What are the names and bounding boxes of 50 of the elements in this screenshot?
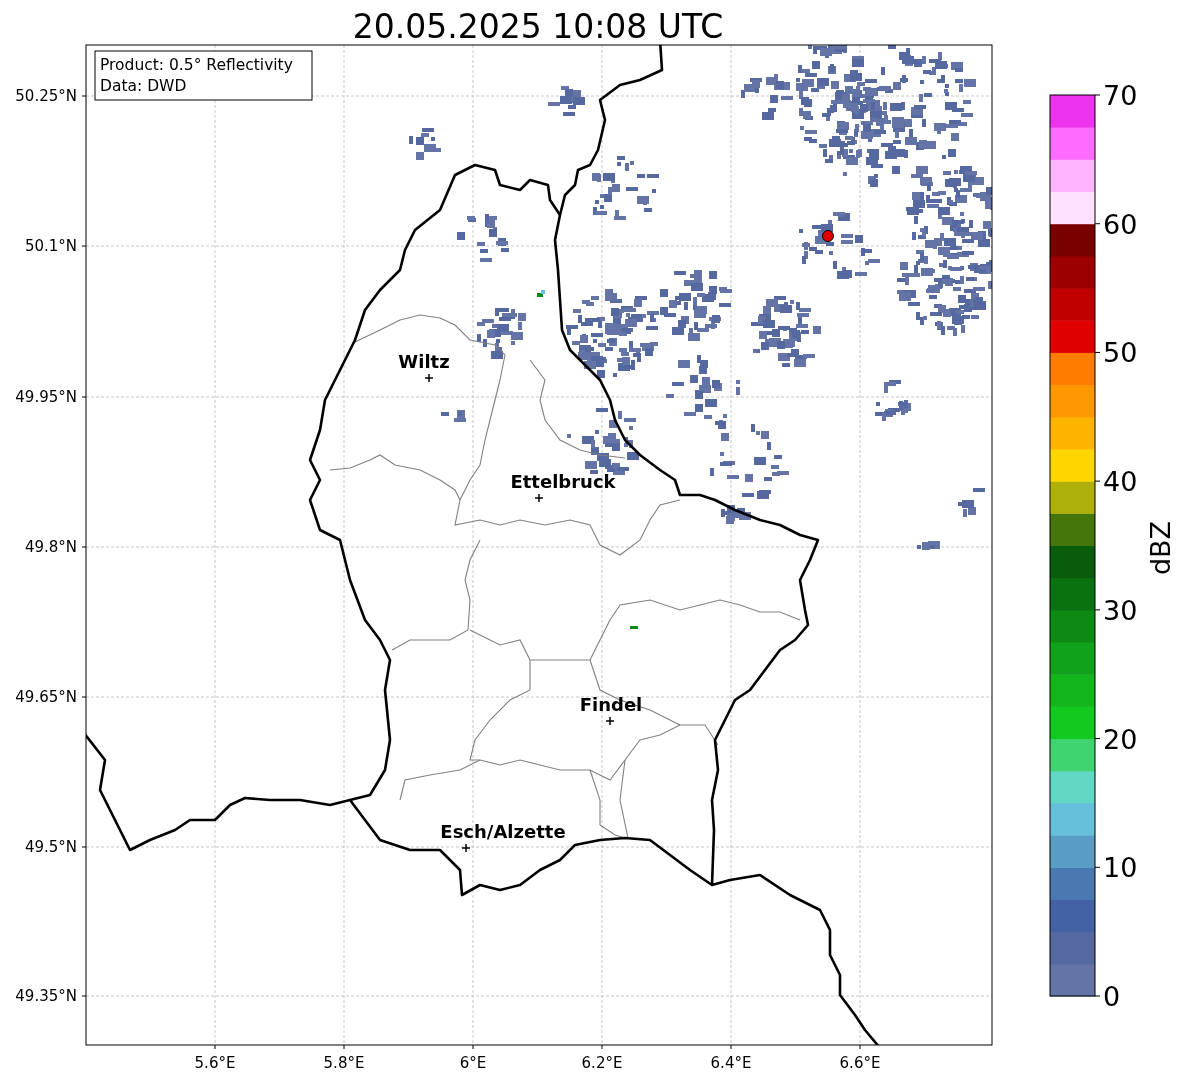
radar-echo bbox=[917, 541, 940, 550]
chart-title: 20.05.2025 10:08 UTC bbox=[352, 7, 724, 46]
colorbar-tick-label: 30 bbox=[1103, 594, 1138, 626]
city-marker-icon bbox=[605, 716, 615, 726]
axis-tick-label: 5.6°E bbox=[194, 1054, 236, 1072]
colorbar-tick-label: 70 bbox=[1103, 80, 1138, 111]
axis-tick-label: 49.5°N bbox=[24, 838, 77, 856]
radar-echo bbox=[537, 290, 545, 297]
city-label: Wiltz bbox=[398, 351, 450, 372]
radar-echo bbox=[592, 156, 659, 220]
radar-echo bbox=[660, 270, 732, 341]
city-label: Esch/Alzette bbox=[440, 821, 566, 842]
colorbar-tick-label: 20 bbox=[1103, 723, 1138, 755]
city-label: Findel bbox=[579, 694, 643, 715]
axis-tick-label: 49.8°N bbox=[24, 538, 77, 556]
radar-echo bbox=[441, 410, 466, 422]
radar-echo bbox=[958, 488, 985, 517]
info-text: Product: 0.5° Reflectivity bbox=[100, 56, 293, 74]
radar-echo bbox=[548, 86, 585, 116]
axis-tick-label: 50.1°N bbox=[24, 237, 77, 255]
radar-echo bbox=[567, 408, 639, 475]
radar-echo bbox=[457, 214, 509, 262]
colorbar-tick-label: 0 bbox=[1103, 981, 1121, 1012]
radar-echo bbox=[630, 626, 638, 629]
city-marker-icon bbox=[534, 493, 544, 503]
radar-echo bbox=[875, 380, 911, 421]
axis-tick-label: 6°E bbox=[459, 1054, 487, 1072]
axis-tick-label: 6.4°E bbox=[710, 1054, 752, 1072]
axis-tick-label: 5.8°E bbox=[323, 1054, 365, 1072]
radar-echo bbox=[751, 296, 821, 367]
radar-echo bbox=[409, 128, 441, 160]
axis-tick-label: 6.6°E bbox=[839, 1054, 881, 1072]
colorbar-tick-label: 40 bbox=[1103, 466, 1138, 498]
city-marker-icon bbox=[461, 843, 471, 853]
axis-tick-label: 50.25°N bbox=[15, 87, 77, 105]
city-marker-icon bbox=[424, 373, 434, 383]
radar-site-marker-icon bbox=[822, 230, 834, 242]
radar-echo bbox=[721, 505, 751, 524]
colorbar-tick-label: 10 bbox=[1103, 852, 1138, 884]
axis-tick-label: 49.65°N bbox=[15, 688, 77, 706]
axis-tick-label: 49.95°N bbox=[15, 388, 77, 406]
info-text: Data: DWD bbox=[100, 77, 187, 95]
colorbar-label: dBZ bbox=[1145, 520, 1176, 576]
radar-echo bbox=[477, 308, 526, 359]
city-label: Ettelbruck bbox=[510, 471, 616, 492]
axis-tick-label: 6.2°E bbox=[581, 1054, 623, 1072]
colorbar-tick-label: 60 bbox=[1103, 208, 1138, 240]
colorbar-tick-label: 50 bbox=[1103, 337, 1138, 369]
axis-tick-label: 49.35°N bbox=[15, 987, 77, 1005]
radar-echo bbox=[741, 74, 793, 120]
